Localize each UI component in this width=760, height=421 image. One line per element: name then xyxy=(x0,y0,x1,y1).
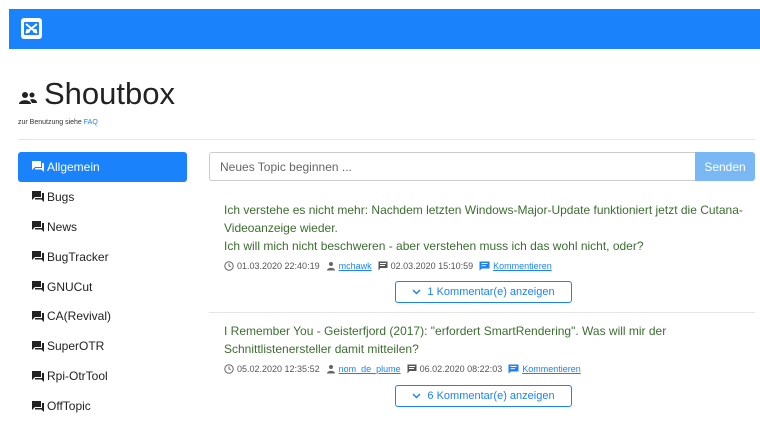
sidebar-item-label: Rpi-OtrTool xyxy=(47,369,108,384)
sidebar-item-label: News xyxy=(47,219,78,234)
sidebar-item-label: CA(Revival) xyxy=(47,309,112,324)
sidebar-item-label: Allgemein xyxy=(47,159,100,174)
new-topic-input[interactable] xyxy=(209,152,695,181)
chat-icon xyxy=(32,161,44,173)
page-subtitle: zur Benutzung siehe FAQ xyxy=(18,119,98,126)
last-comment-time: 06.02.2020 08:22:03 xyxy=(419,364,503,374)
topic-text: Ich verstehe es nicht mehr: Nachdem letz… xyxy=(224,201,752,255)
topic-item: I Remember You - Geisterfjord (2017): "e… xyxy=(224,322,752,374)
sidebar-item-label: GNUCut xyxy=(47,279,93,294)
chat-icon xyxy=(32,370,44,382)
topic-text-line: Ich verstehe es nicht mehr: Nachdem letz… xyxy=(224,203,743,235)
page-header: Shoutbox xyxy=(18,76,175,112)
comment-icon xyxy=(378,261,388,271)
show-comments-label: 6 Kommentar(e) anzeigen xyxy=(427,390,555,402)
sidebar-item-offtopic[interactable]: OffTopic xyxy=(18,391,187,421)
sidebar-item-allgemein[interactable]: Allgemein xyxy=(18,152,187,182)
subtitle-text: zur Benutzung siehe xyxy=(18,119,82,126)
comment-icon xyxy=(407,364,417,374)
topic-meta: 05.02.2020 12:35:52 nom_de_plume 06.02.2… xyxy=(224,364,752,374)
sidebar-item-label: OffTopic xyxy=(47,399,91,414)
chevron-down-icon xyxy=(412,289,421,295)
show-comments-button[interactable]: 6 Kommentar(e) anzeigen xyxy=(395,385,572,407)
user-icon xyxy=(326,365,335,374)
chat-icon xyxy=(32,281,44,292)
sidebar-item-gnucut[interactable]: GNUCut xyxy=(18,272,187,302)
topic-meta: 01.03.2020 22:40:19 mchawk 02.03.2020 15… xyxy=(224,261,752,271)
sidebar-item-label: Bugs xyxy=(47,189,75,204)
user-icon xyxy=(326,262,335,271)
sidebar-item-superotr[interactable]: SuperOTR xyxy=(18,331,187,361)
people-icon xyxy=(19,92,37,104)
topic-item: Ich verstehe es nicht mehr: Nachdem letz… xyxy=(224,201,752,271)
created-time: 01.03.2020 22:40:19 xyxy=(237,261,320,271)
chevron-down-icon xyxy=(412,393,421,399)
sidebar-item-ca-revival[interactable]: CA(Revival) xyxy=(18,301,187,331)
channel-sidebar: Allgemein Bugs News BugTracker GNUCut CA… xyxy=(18,152,187,421)
show-comments-label: 1 Kommentar(e) anzeigen xyxy=(427,286,555,298)
last-comment-time: 02.03.2020 15:10:59 xyxy=(390,261,474,271)
show-comments-button[interactable]: 1 Kommentar(e) anzeigen xyxy=(395,281,572,303)
author-link[interactable]: nom_de_plume xyxy=(339,364,401,374)
page-title: Shoutbox xyxy=(44,76,175,111)
sidebar-item-rpi-otrtool[interactable]: Rpi-OtrTool xyxy=(18,361,187,391)
topic-text: I Remember You - Geisterfjord (2017): "e… xyxy=(224,324,667,356)
clock-icon xyxy=(224,261,234,271)
chat-icon xyxy=(32,191,44,203)
sidebar-item-bugs[interactable]: Bugs xyxy=(18,182,187,212)
comment-link[interactable]: Kommentieren xyxy=(522,364,581,374)
send-button[interactable]: Senden xyxy=(695,152,755,181)
created-time: 05.02.2020 12:35:52 xyxy=(237,364,320,374)
sidebar-item-bugtracker[interactable]: BugTracker xyxy=(18,242,187,272)
chat-icon xyxy=(32,310,44,322)
header-divider xyxy=(18,139,755,140)
sidebar-item-label: SuperOTR xyxy=(47,339,105,354)
add-comment-icon xyxy=(479,261,490,271)
sidebar-item-label: BugTracker xyxy=(47,249,109,264)
new-topic-composer: Senden xyxy=(209,152,755,181)
comment-link[interactable]: Kommentieren xyxy=(493,261,552,271)
top-navbar xyxy=(9,9,760,49)
author-link[interactable]: mchawk xyxy=(339,261,372,271)
app-logo-icon[interactable] xyxy=(21,18,42,39)
sidebar-item-news[interactable]: News xyxy=(18,212,187,242)
topic-text-line: Ich will mich nicht beschweren - aber ve… xyxy=(224,239,644,253)
faq-link[interactable]: FAQ xyxy=(84,119,98,126)
chat-icon xyxy=(32,221,44,233)
add-comment-icon xyxy=(508,364,519,374)
clock-icon xyxy=(224,364,234,374)
chat-icon xyxy=(32,340,44,352)
chat-icon xyxy=(32,251,44,263)
topic-divider xyxy=(209,312,755,313)
